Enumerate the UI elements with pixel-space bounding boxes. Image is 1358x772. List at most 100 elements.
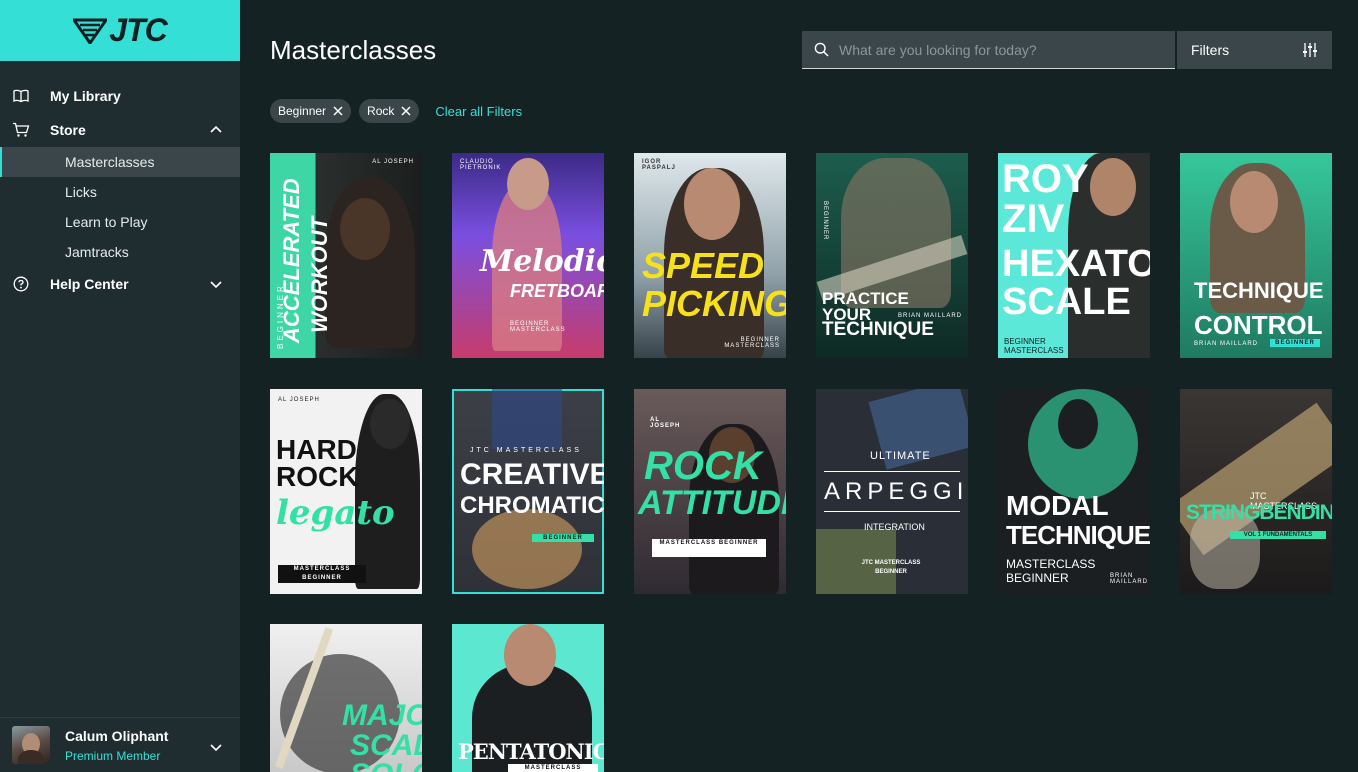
chevron-up-icon[interactable]: [208, 122, 224, 138]
course-card-melodic-fretboard[interactable]: CLAUDIO PIETRONIK Melodic FRETBOARD BEGI…: [452, 153, 604, 358]
card-title: TECHNIQUES: [1006, 520, 1150, 550]
user-profile[interactable]: Calum Oliphant Premium Member: [0, 717, 240, 772]
card-title: HARD ROCK: [276, 434, 359, 492]
close-icon[interactable]: [333, 106, 343, 116]
card-title: ATTITUDE: [638, 484, 786, 522]
sub-item-masterclasses[interactable]: Masterclasses: [0, 147, 240, 177]
card-artist: IGOR PASPALJ: [642, 159, 676, 171]
card-artist: AL JOSEPH: [278, 397, 320, 403]
search-icon: [814, 42, 829, 57]
card-title: MODAL: [1006, 490, 1109, 521]
card-title: ARPEGGIO: [824, 478, 968, 505]
card-title: CHROMATICS: [460, 492, 604, 519]
course-card-technique-control[interactable]: TECHNIQUE CONTROL BRIAN MAILLARD BEGINNE…: [1180, 153, 1332, 358]
help-circle-icon: [12, 275, 30, 293]
active-filters: Beginner Rock Clear all Filters: [270, 99, 522, 123]
book-icon: [12, 87, 30, 105]
course-card-practice-your-technique[interactable]: BEGINNER PRACTICE YOUR TECHNIQUE BRIAN M…: [816, 153, 968, 358]
close-icon[interactable]: [401, 106, 411, 116]
course-card-pentatonics[interactable]: PENTATONICS MASTERCLASS: [452, 624, 604, 772]
card-title: SPEED: [642, 245, 765, 286]
card-tag: BEGINNER MASTERCLASS: [1004, 337, 1064, 355]
card-title: CONTROL: [1194, 310, 1323, 340]
nav-help-center[interactable]: Help Center: [0, 267, 240, 301]
sub-item-licks[interactable]: Licks: [0, 177, 240, 207]
card-tag: BEGINNER MASTERCLASS: [510, 321, 566, 333]
card-title: ULTIMATE: [870, 450, 931, 462]
card-artist: BRIAN MAILLARD: [1110, 573, 1149, 585]
filter-chip-beginner[interactable]: Beginner: [270, 99, 352, 123]
card-title: ROY ZIV: [1002, 157, 1088, 241]
logo-text: JTC: [109, 12, 167, 48]
clear-all-filters-link[interactable]: Clear all Filters: [435, 104, 522, 119]
main-nav: My Library Store Masterclasses Licks Lea…: [0, 79, 240, 301]
card-title: ACCELERATED: [279, 178, 304, 343]
card-title: CREATIVE: [460, 458, 604, 491]
card-title: ROCK: [644, 444, 762, 488]
logo-bar[interactable]: JTC: [0, 0, 240, 61]
card-artist: CLAUDIO PIETRONIK: [460, 159, 502, 171]
card-tag: BEGINNER: [822, 201, 828, 241]
search-bar[interactable]: [802, 31, 1175, 69]
course-card-hexatonic-scale[interactable]: ROY ZIV HEXATONIC SCALE BEGINNER MASTERC…: [998, 153, 1150, 358]
course-card-rock-attitude[interactable]: AL JOSEPH ROCK ATTITUDE MASTERCLASS BEGI…: [634, 389, 786, 594]
sidebar: JTC My Library Store Masterclasses Licks…: [0, 0, 240, 772]
card-tag: MASTERCLASS BEGINNER: [278, 565, 366, 583]
user-name: Calum Oliphant: [65, 727, 169, 744]
filter-chip-rock[interactable]: Rock: [359, 99, 420, 123]
course-card-ultimate-arpeggio[interactable]: ULTIMATE ARPEGGIO INTEGRATION JTC MASTER…: [816, 389, 968, 594]
cart-icon: [12, 121, 30, 139]
card-tag: MASTERCLASS: [508, 764, 598, 772]
page-title: Masterclasses: [270, 35, 437, 65]
card-title: FRETBOARD: [510, 281, 604, 301]
card-tag: JTC MASTERCLASS BEGINNER: [861, 560, 921, 575]
jtc-logo-mark-icon: [73, 18, 108, 44]
card-title: Melodic: [480, 244, 604, 279]
card-artist: BRIAN MAILLARD: [1194, 341, 1259, 347]
sliders-icon: [1303, 43, 1317, 57]
card-title: PICKING: [642, 283, 786, 324]
course-card-speed-picking[interactable]: IGOR PASPALJ SPEED PICKING BEGINNER MAST…: [634, 153, 786, 358]
card-title: legato: [276, 493, 395, 533]
course-card-major-scale-soloing[interactable]: MAJOR SCALE SOLOING: [270, 624, 422, 772]
card-artist: INTEGRATION: [864, 522, 925, 532]
card-tag: VOL 1 FUNDAMENTALS: [1230, 531, 1326, 539]
card-tag: BEGINNER MASTERCLASS: [724, 337, 780, 349]
search-input[interactable]: [839, 41, 1159, 58]
jtc-logo: JTC: [73, 12, 168, 49]
course-card-accelerated-workout[interactable]: ACCELERATED WORKOUT BEGINNER AL JOSEPH: [270, 153, 422, 358]
course-card-string-bending[interactable]: JTC MASTERCLASS STRINGBENDING VOL 1 FUND…: [1180, 389, 1332, 594]
sub-item-learn-to-play[interactable]: Learn to Play: [0, 207, 240, 237]
filters-button[interactable]: Filters: [1177, 31, 1332, 69]
card-title: HEXATONIC SCALE: [1002, 243, 1150, 323]
filters-label: Filters: [1191, 42, 1230, 58]
card-tag: BEGINNER: [276, 283, 285, 349]
card-title: MAJOR: [342, 699, 422, 732]
card-title: TECHNIQUE: [822, 319, 934, 340]
card-title: TECHNIQUE: [1194, 278, 1324, 303]
course-card-creative-chromatics[interactable]: JTC MASTERCLASS CREATIVE CHROMATICS BEGI…: [452, 389, 604, 594]
card-title: STRINGBENDING: [1186, 501, 1332, 524]
card-tag: MASTERCLASS BEGINNER: [1006, 557, 1096, 585]
chip-label: Rock: [367, 104, 395, 118]
course-card-hard-rock-legato[interactable]: AL JOSEPH HARD ROCK legato MASTERCLASS B…: [270, 389, 422, 594]
nav-label: Help Center: [50, 276, 129, 292]
chevron-down-icon[interactable]: [208, 739, 224, 755]
nav-label: Store: [50, 122, 86, 138]
card-tag: MASTERCLASS BEGINNER: [652, 539, 766, 557]
nav-my-library[interactable]: My Library: [0, 79, 240, 113]
course-card-modal-techniques[interactable]: MODAL TECHNIQUES MASTERCLASS BEGINNER BR…: [998, 389, 1150, 594]
nav-store[interactable]: Store: [0, 113, 240, 147]
avatar: [12, 726, 50, 764]
chevron-down-icon[interactable]: [208, 276, 224, 292]
card-artist: AL JOSEPH: [372, 159, 414, 165]
chip-label: Beginner: [278, 104, 327, 118]
card-title: SCALE SOLOING: [350, 729, 422, 772]
card-tag: BEGINNER: [532, 534, 594, 542]
sub-item-jamtracks[interactable]: Jamtracks: [0, 237, 240, 267]
card-artist: BRIAN MAILLARD: [897, 313, 962, 319]
user-role: Premium Member: [65, 748, 161, 763]
nav-label: My Library: [50, 88, 121, 104]
card-artist: JTC MASTERCLASS: [470, 447, 582, 454]
card-artist: AL JOSEPH: [650, 417, 681, 429]
